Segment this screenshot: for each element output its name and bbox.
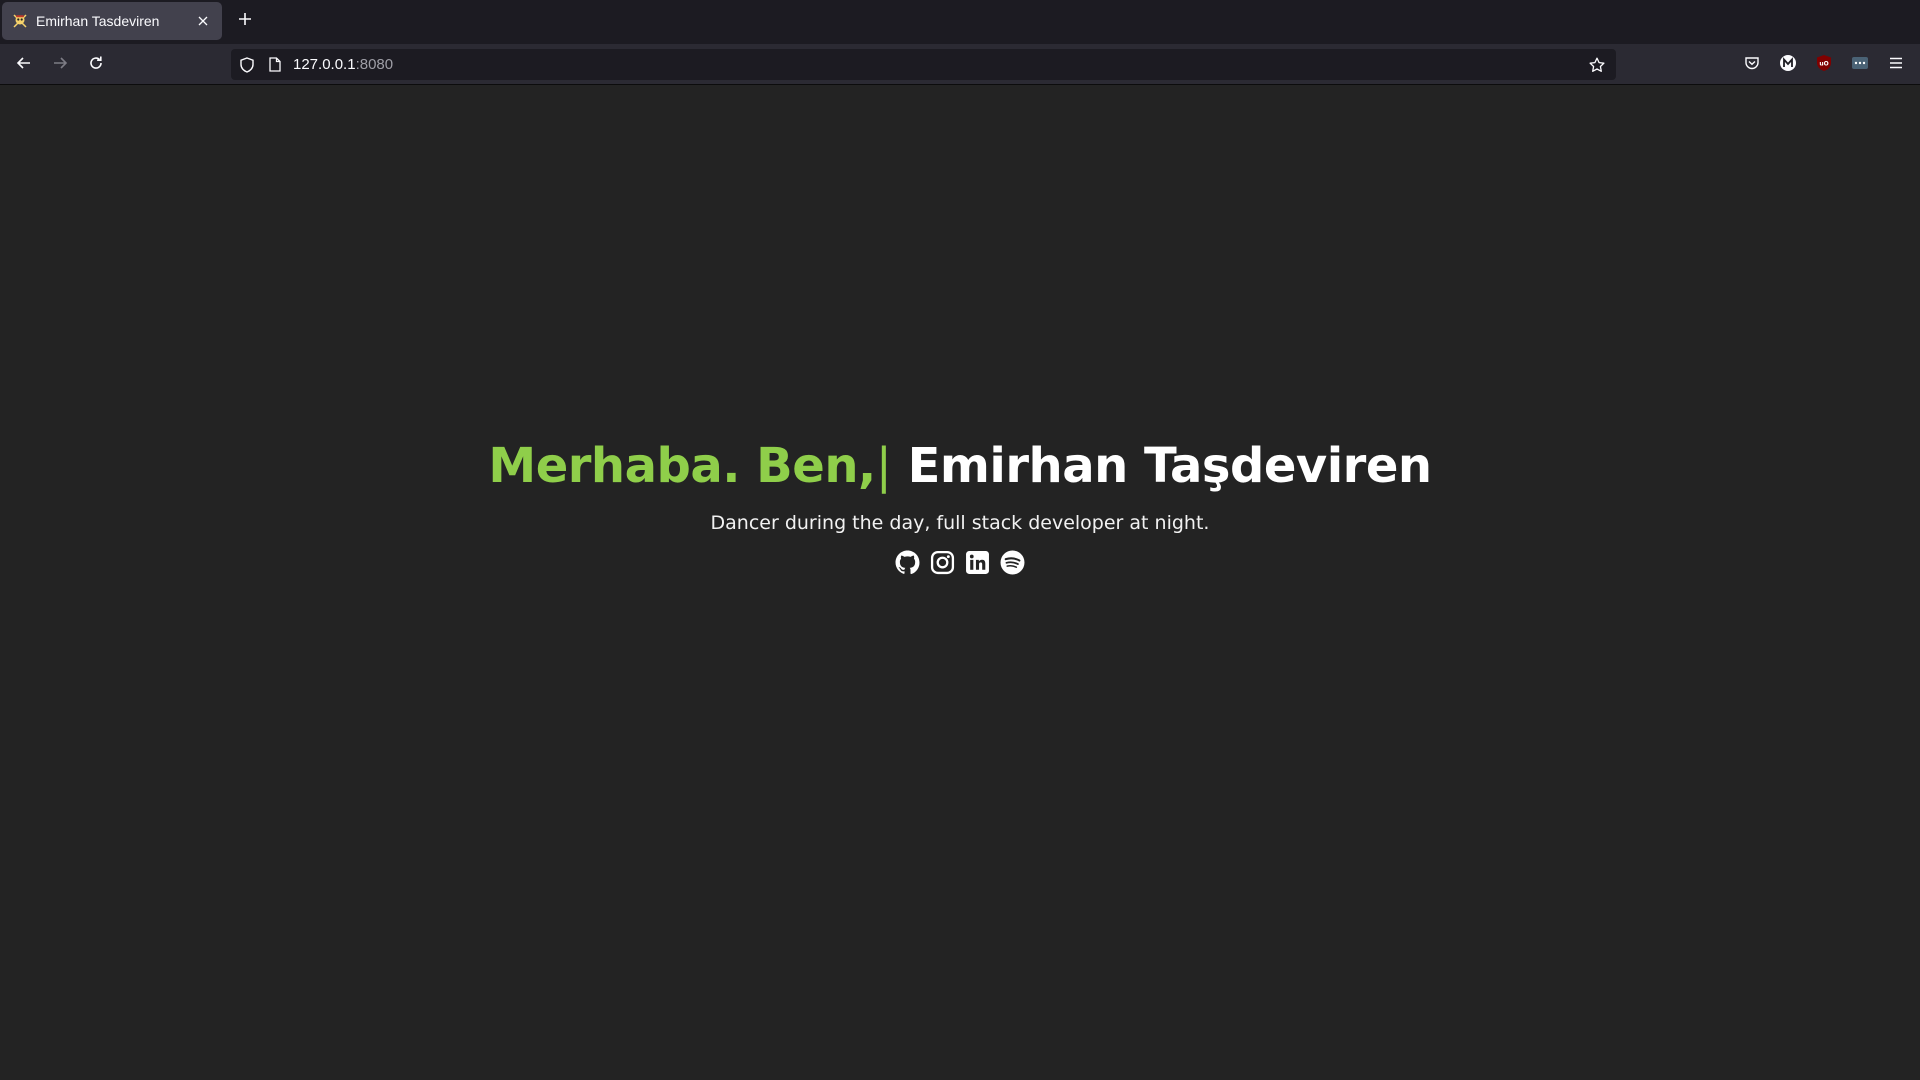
instagram-link[interactable] — [930, 550, 956, 580]
plus-icon — [238, 12, 252, 31]
social-links — [0, 550, 1920, 580]
ublock-button[interactable]: uO — [1808, 49, 1840, 81]
url-port: :8080 — [355, 56, 394, 73]
nav-toolbar: 127.0.0.1:8080 uO — [0, 44, 1920, 85]
instagram-icon — [930, 550, 955, 580]
hero-name: Emirhan Taşdeviren — [907, 438, 1432, 494]
svg-text:uO: uO — [1819, 60, 1828, 67]
page-viewport — [0, 86, 1920, 1080]
extension-button[interactable] — [1844, 49, 1876, 81]
linkedin-link[interactable] — [965, 550, 991, 580]
hero-headline: Merhaba. Ben,| Emirhan Taşdeviren — [0, 436, 1920, 496]
typing-cursor: | — [875, 438, 892, 494]
pirate-skull-icon — [12, 13, 28, 29]
hero-greeting: Merhaba. Ben, — [488, 438, 876, 494]
tab-strip: Emirhan Tasdeviren — [0, 0, 1920, 44]
arrow-right-icon — [52, 55, 68, 76]
url-host: 127.0.0.1 — [293, 56, 356, 73]
spotify-icon — [1000, 550, 1025, 580]
m-extension-icon — [1779, 54, 1797, 77]
back-button[interactable] — [8, 49, 40, 81]
url-text[interactable]: 127.0.0.1:8080 — [293, 56, 393, 73]
close-icon[interactable] — [194, 12, 212, 30]
menu-icon — [1889, 56, 1903, 74]
bookmark-star-icon[interactable] — [1586, 54, 1608, 76]
ublock-icon: uO — [1816, 54, 1832, 77]
pocket-icon — [1744, 55, 1760, 76]
hero-tagline: Dancer during the day, full stack develo… — [710, 512, 1210, 534]
pocket-button[interactable] — [1736, 49, 1768, 81]
m-extension-button[interactable] — [1772, 49, 1804, 81]
reload-button[interactable] — [80, 49, 112, 81]
page-icon[interactable] — [267, 57, 283, 73]
arrow-left-icon — [16, 55, 32, 76]
hero-section: Merhaba. Ben,| Emirhan Taşdeviren Dancer… — [0, 436, 1920, 578]
new-tab-button[interactable] — [232, 8, 258, 34]
reload-icon — [88, 55, 104, 76]
tab-title: Emirhan Tasdeviren — [36, 13, 160, 29]
linkedin-icon — [965, 550, 990, 580]
spotify-link[interactable] — [1000, 550, 1026, 580]
tab-active[interactable]: Emirhan Tasdeviren — [2, 2, 222, 40]
github-link[interactable] — [895, 550, 921, 580]
menu-button[interactable] — [1880, 49, 1912, 81]
github-icon — [895, 550, 920, 580]
extension-icon — [1851, 56, 1869, 75]
shield-icon[interactable] — [239, 56, 255, 73]
url-bar[interactable]: 127.0.0.1:8080 — [231, 49, 1616, 80]
forward-button[interactable] — [44, 49, 76, 81]
